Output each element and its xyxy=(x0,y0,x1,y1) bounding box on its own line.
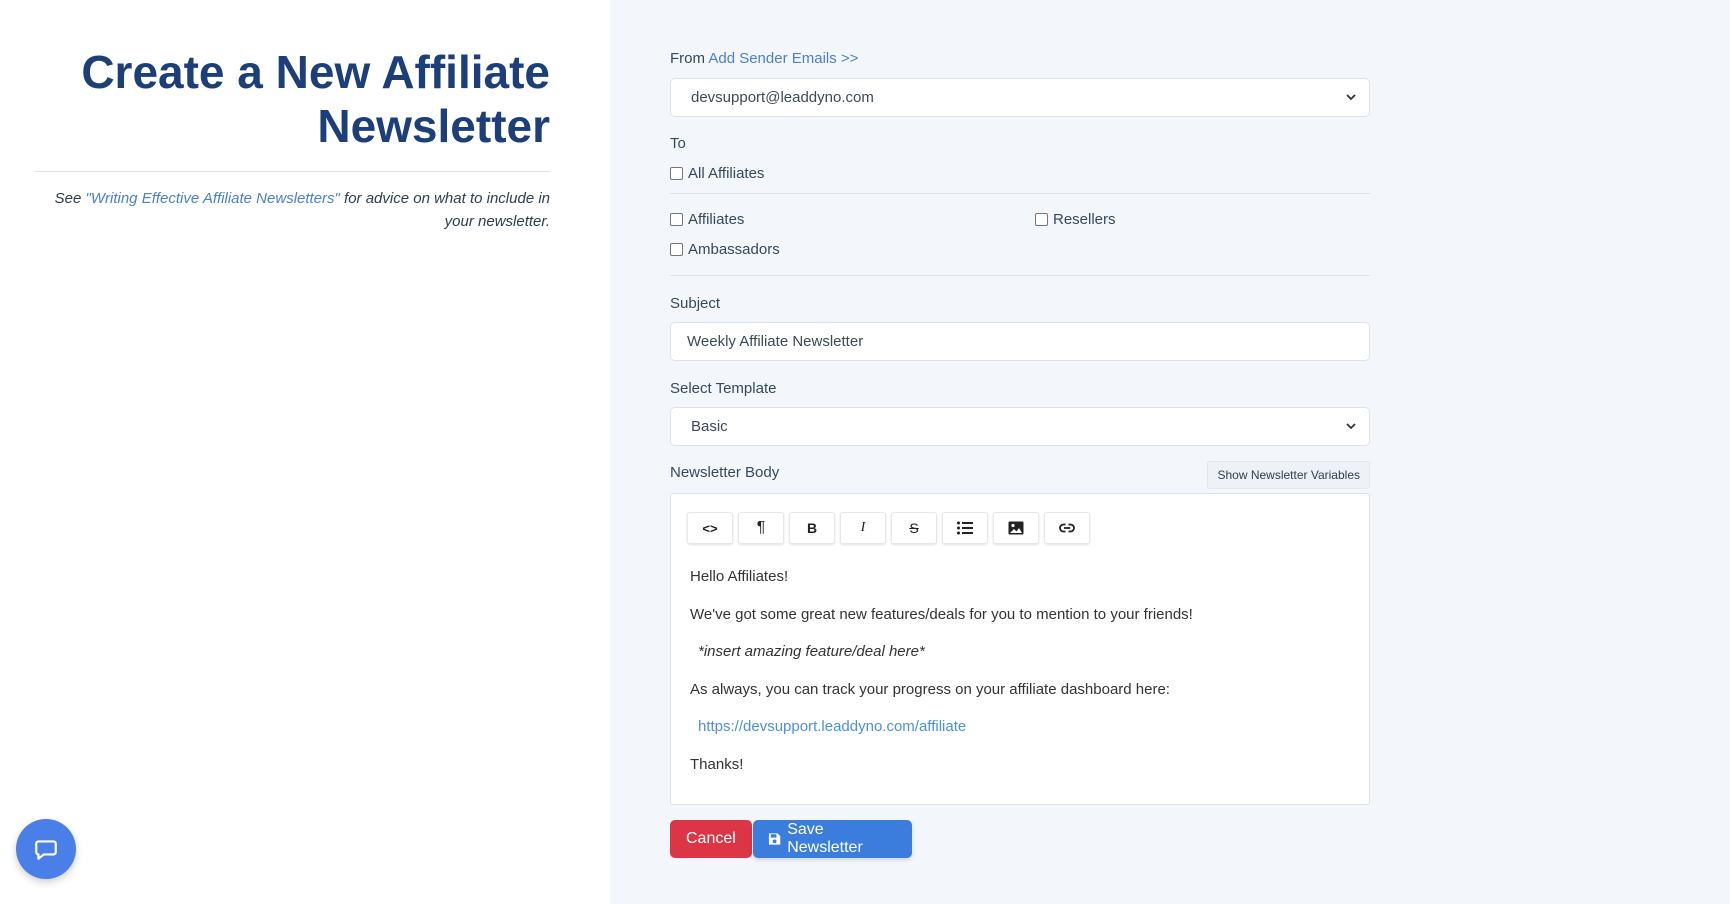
save-newsletter-label: Save Newsletter xyxy=(787,821,863,856)
greeting-line: Hello Affiliates! xyxy=(690,568,789,585)
right-pane: From Add Sender Emails >> devsupport@lea… xyxy=(610,0,1730,904)
to-divider xyxy=(670,193,1370,194)
feature-placeholder: *insert amazing feature/deal here* xyxy=(698,643,925,660)
chevron-down-icon xyxy=(1345,420,1357,435)
code-icon: <> xyxy=(702,520,718,536)
cancel-button[interactable]: Cancel xyxy=(670,820,752,858)
dashboard-link-line: https://devsupport.leaddyno.com/affiliat… xyxy=(690,716,1350,739)
signoff-line: Thanks! xyxy=(690,755,744,773)
bullet-list-button[interactable] xyxy=(942,512,988,544)
advice-suffix: for advice on what to include in your ne… xyxy=(339,190,550,230)
link-icon xyxy=(1059,523,1075,533)
left-pane: Create a New Affiliate Newsletter See "W… xyxy=(0,0,610,904)
checkbox-box[interactable] xyxy=(670,213,683,226)
italic-button[interactable]: I xyxy=(840,512,886,544)
checkbox-box[interactable] xyxy=(670,243,683,256)
affiliates-checkbox[interactable]: Affiliates xyxy=(670,211,744,228)
feature-placeholder-line: *insert amazing feature/deal here* xyxy=(690,641,1350,664)
title-divider xyxy=(35,171,550,172)
ambassadors-label: Ambassadors xyxy=(688,241,780,258)
affiliates-label: Affiliates xyxy=(688,211,745,228)
strikethrough-icon: S xyxy=(909,520,919,536)
bold-button[interactable]: B xyxy=(789,512,835,544)
dashboard-link[interactable]: https://devsupport.leaddyno.com/affiliat… xyxy=(698,718,966,735)
ambassadors-checkbox[interactable]: Ambassadors xyxy=(670,241,780,258)
save-icon xyxy=(768,833,781,845)
writing-guide-link[interactable]: "Writing Effective Affiliate Newsletters… xyxy=(86,190,340,207)
advice-prefix: See xyxy=(54,190,86,207)
resellers-checkbox[interactable]: Resellers xyxy=(1035,211,1116,228)
body-label: Newsletter Body xyxy=(670,464,780,481)
from-select-value: devsupport@leaddyno.com xyxy=(691,89,874,106)
chat-support-button[interactable] xyxy=(16,819,76,879)
list-icon xyxy=(957,521,973,535)
italic-icon: I xyxy=(860,520,866,535)
rich-text-editor[interactable]: <> ¶ B I S Hello Affiliates! We've got s… xyxy=(670,493,1370,805)
chevron-down-icon xyxy=(1345,91,1357,106)
insert-image-button[interactable] xyxy=(993,512,1039,544)
advice-text: See "Writing Effective Affiliate Newslet… xyxy=(35,187,550,233)
checkbox-box[interactable] xyxy=(670,167,683,180)
subject-label: Subject xyxy=(670,295,721,312)
from-select[interactable]: devsupport@leaddyno.com xyxy=(670,78,1370,117)
paragraph-button[interactable]: ¶ xyxy=(738,512,784,544)
intro-line: We've got some great new features/deals … xyxy=(690,605,1193,623)
save-newsletter-button[interactable]: Save Newsletter xyxy=(753,820,912,858)
paragraph-icon: ¶ xyxy=(756,519,766,536)
editor-content[interactable]: Hello Affiliates! We've got some great n… xyxy=(690,566,1350,791)
to-label: To xyxy=(670,135,686,152)
code-view-button[interactable]: <> xyxy=(687,512,733,544)
recipients-divider xyxy=(670,275,1370,276)
all-affiliates-checkbox[interactable]: All Affiliates xyxy=(670,165,764,182)
subject-input[interactable]: Weekly Affiliate Newsletter xyxy=(670,322,1370,361)
tracking-line: As always, you can track your progress o… xyxy=(690,680,1170,698)
image-icon xyxy=(1008,521,1024,535)
checkbox-box[interactable] xyxy=(1035,213,1048,226)
from-label: From xyxy=(670,50,705,67)
template-select-value: Basic xyxy=(691,418,728,435)
chat-icon xyxy=(35,840,57,860)
show-newsletter-variables-button[interactable]: Show Newsletter Variables xyxy=(1207,461,1370,489)
bold-icon: B xyxy=(806,520,818,536)
template-select[interactable]: Basic xyxy=(670,407,1370,446)
all-affiliates-label: All Affiliates xyxy=(688,165,765,182)
editor-toolbar: <> ¶ B I S xyxy=(687,512,1090,544)
strikethrough-button[interactable]: S xyxy=(891,512,937,544)
add-sender-emails-link[interactable]: Add Sender Emails >> xyxy=(708,50,858,67)
from-label-row: From Add Sender Emails >> xyxy=(670,50,858,67)
subject-input-value: Weekly Affiliate Newsletter xyxy=(687,333,864,350)
page-title: Create a New Affiliate Newsletter xyxy=(81,46,550,152)
insert-link-button[interactable] xyxy=(1044,512,1090,544)
template-label: Select Template xyxy=(670,380,777,397)
resellers-label: Resellers xyxy=(1053,211,1116,228)
